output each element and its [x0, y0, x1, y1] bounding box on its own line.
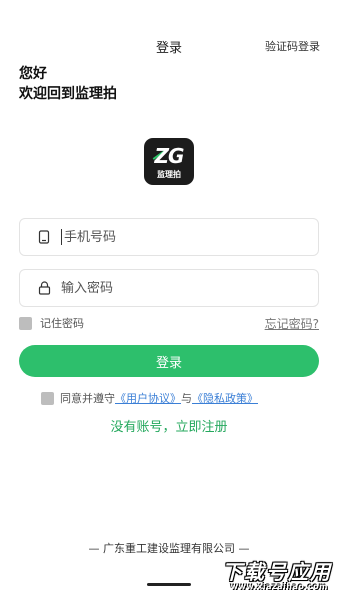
agreement-checkbox[interactable]: [41, 391, 54, 405]
lock-icon: [37, 281, 51, 295]
user-agreement-link[interactable]: 《用户协议》: [115, 390, 181, 406]
phone-field[interactable]: [19, 218, 319, 256]
remember-checkbox[interactable]: [19, 316, 32, 330]
watermark-main: 下载号应用: [222, 560, 332, 584]
watermark: 下载号应用 www.xiazaihao.com: [204, 556, 332, 596]
logo-text: 监理拍: [157, 170, 181, 179]
password-input[interactable]: [61, 280, 281, 296]
greeting: 您好 欢迎回到监理拍: [19, 64, 117, 104]
forgot-password-link[interactable]: 忘记密码?: [265, 315, 319, 332]
phone-input[interactable]: [64, 229, 284, 245]
agreement-row: 同意并遵守 《用户协议》 与 《隐私政策》: [41, 390, 258, 406]
password-field[interactable]: [19, 269, 319, 307]
phone-icon: [37, 230, 51, 244]
login-button[interactable]: 登录: [19, 345, 319, 377]
sms-login-link[interactable]: 验证码登录: [265, 38, 320, 54]
company-footer: — 广东重工建设监理有限公司 —: [88, 542, 250, 555]
greeting-line-2: 欢迎回到监理拍: [19, 86, 117, 102]
agreement-prefix: 同意并遵守: [60, 392, 115, 405]
text-cursor: [61, 229, 62, 245]
home-indicator[interactable]: [147, 583, 191, 586]
agreement-connector: 与: [181, 392, 192, 405]
remember-password[interactable]: 记住密码: [19, 315, 84, 331]
privacy-policy-link[interactable]: 《隐私政策》: [192, 390, 258, 406]
app-logo: ZG 监理拍: [144, 138, 194, 185]
register-link[interactable]: 没有账号，立即注册: [0, 416, 338, 435]
remember-label: 记住密码: [40, 317, 84, 330]
greeting-line-1: 您好: [19, 66, 47, 82]
logo-mark: ZG: [154, 144, 185, 168]
watermark-sub: www.xiazaihao.com: [230, 582, 328, 591]
